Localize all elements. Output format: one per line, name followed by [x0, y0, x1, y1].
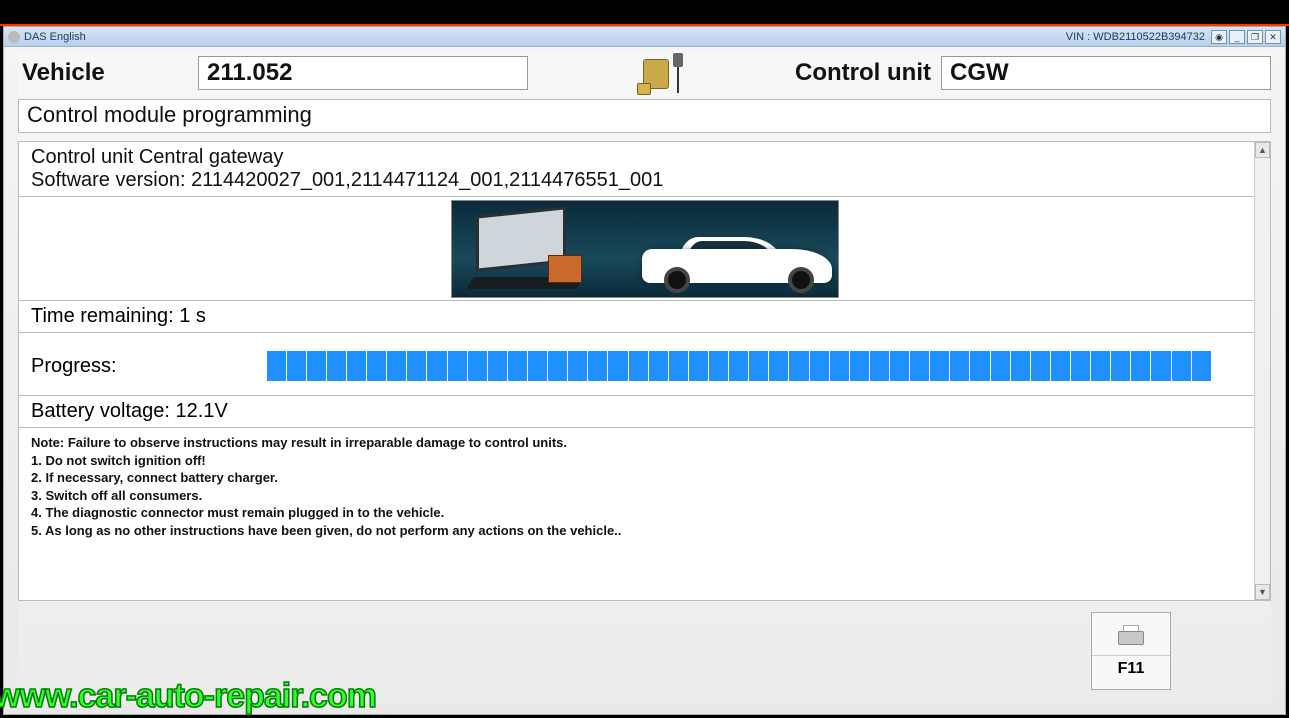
time-remaining: Time remaining: 1 s: [19, 301, 1270, 333]
progress-segment: [810, 351, 829, 381]
progress-segment: [629, 351, 648, 381]
progress-segment: [890, 351, 909, 381]
progress-segment: [669, 351, 688, 381]
info-line-1: Control unit Central gateway: [31, 146, 1258, 169]
progress-segment: [870, 351, 889, 381]
progress-segment: [830, 351, 849, 381]
progress-segment: [287, 351, 306, 381]
diagnostic-device-icon: [620, 51, 700, 95]
note-item: 1. Do not switch ignition off!: [31, 452, 1258, 470]
progress-segment: [709, 351, 728, 381]
notes-heading: Note: Failure to observe instructions ma…: [31, 434, 1258, 452]
car-icon: [642, 231, 832, 293]
control-unit-info: Control unit Central gateway Software ve…: [19, 142, 1270, 197]
progress-segment: [930, 351, 949, 381]
note-item: 3. Switch off all consumers.: [31, 487, 1258, 505]
progress-segment: [267, 351, 286, 381]
f11-button[interactable]: F11: [1091, 612, 1171, 690]
progress-segment: [327, 351, 346, 381]
progress-segment: [608, 351, 627, 381]
progress-segment: [528, 351, 547, 381]
progress-segment: [1192, 351, 1211, 381]
window-titlebar: DAS English VIN : WDB2110522B394732 ◉ _ …: [4, 27, 1285, 47]
progress-bar: [267, 351, 1211, 381]
progress-segment: [1172, 351, 1191, 381]
app-icon: [8, 31, 20, 43]
note-item: 5. As long as no other instructions have…: [31, 522, 1258, 540]
progress-segment: [407, 351, 426, 381]
vin-label: VIN : WDB2110522B394732: [1066, 31, 1205, 43]
watermark: www.car-auto-repair.com: [0, 677, 376, 716]
progress-segment: [1071, 351, 1090, 381]
progress-segment: [769, 351, 788, 381]
control-unit-value: CGW: [941, 56, 1271, 90]
progress-segment: [689, 351, 708, 381]
progress-segment: [588, 351, 607, 381]
progress-segment: [970, 351, 989, 381]
progress-segment: [568, 351, 587, 381]
progress-segment: [508, 351, 527, 381]
progress-segment: [649, 351, 668, 381]
battery-voltage: Battery voltage: 12.1V: [19, 396, 1270, 428]
progress-segment: [1111, 351, 1130, 381]
vehicle-value: 211.052: [198, 56, 528, 90]
control-unit-label: Control unit: [791, 59, 931, 87]
progress-segment: [347, 351, 366, 381]
progress-segment: [910, 351, 929, 381]
app-title: DAS English: [24, 31, 86, 43]
app-topbar: [0, 0, 1289, 26]
progress-segment: [1031, 351, 1050, 381]
application-window: DAS English VIN : WDB2110522B394732 ◉ _ …: [3, 26, 1286, 715]
f11-label: F11: [1092, 655, 1170, 678]
header-row: Vehicle 211.052 Control unit CGW: [18, 51, 1271, 95]
progress-segment: [729, 351, 748, 381]
progress-segment: [1091, 351, 1110, 381]
vehicle-label: Vehicle: [18, 59, 188, 87]
main-panel: ▲ ▼ Control unit Central gateway Softwar…: [18, 141, 1271, 601]
progress-segment: [548, 351, 567, 381]
progress-segment: [307, 351, 326, 381]
progress-segment: [367, 351, 386, 381]
progress-segment: [950, 351, 969, 381]
progress-segment: [1151, 351, 1170, 381]
printer-icon: [1116, 625, 1146, 649]
minimize-button[interactable]: _: [1229, 30, 1245, 44]
interface-box-icon: [548, 255, 582, 283]
page-subtitle: Control module programming: [18, 99, 1271, 133]
progress-segment: [448, 351, 467, 381]
notes-block: Note: Failure to observe instructions ma…: [19, 428, 1270, 545]
progress-segment: [1011, 351, 1030, 381]
progress-segment: [850, 351, 869, 381]
scroll-up-icon[interactable]: ▲: [1255, 142, 1270, 158]
note-item: 2. If necessary, connect battery charger…: [31, 469, 1258, 487]
progress-segment: [488, 351, 507, 381]
progress-segment: [387, 351, 406, 381]
progress-segment: [991, 351, 1010, 381]
content-area: Vehicle 211.052 Control unit CGW Control…: [18, 51, 1271, 704]
illustration: [19, 197, 1270, 301]
progress-segment: [468, 351, 487, 381]
progress-block: Progress:: [19, 333, 1270, 396]
progress-segment: [789, 351, 808, 381]
progress-segment: [749, 351, 768, 381]
close-button[interactable]: ✕: [1265, 30, 1281, 44]
scroll-down-icon[interactable]: ▼: [1255, 584, 1270, 600]
help-button[interactable]: ◉: [1211, 30, 1227, 44]
info-line-2: Software version: 2114420027_001,2114471…: [31, 169, 1258, 192]
window-controls: ◉ _ ❐ ✕: [1211, 30, 1281, 44]
progress-segment: [427, 351, 446, 381]
note-item: 4. The diagnostic connector must remain …: [31, 504, 1258, 522]
progress-label: Progress:: [31, 355, 117, 378]
maximize-button[interactable]: ❐: [1247, 30, 1263, 44]
progress-segment: [1051, 351, 1070, 381]
scrollbar[interactable]: ▲ ▼: [1254, 142, 1270, 600]
progress-segment: [1131, 351, 1150, 381]
